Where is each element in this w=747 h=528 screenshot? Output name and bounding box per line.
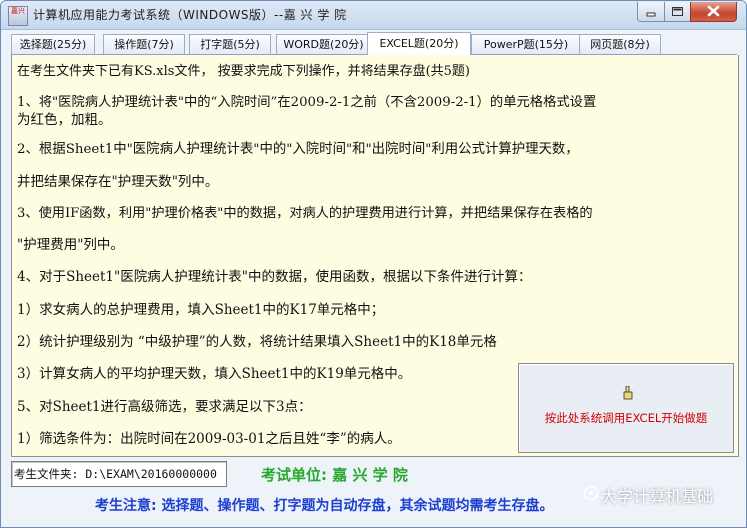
- maximize-button[interactable]: [664, 2, 691, 22]
- launch-excel-button[interactable]: 按此处系统调用EXCEL开始做题: [518, 363, 734, 453]
- window-title: 计算机应用能力考试系统（WINDOWS版）--嘉 兴 学 院: [33, 8, 347, 22]
- notice-text: 考生注意: 选择题、操作题、打字题为自动存盘，其余试题均需考生存盘。: [95, 498, 554, 514]
- instruction-line: 2、根据Sheet1中"医院病人护理统计表"中的"入院时间"和"出院时间"利用公…: [17, 142, 579, 157]
- instruction-line: 1）筛选条件为：出院时间在2009-03-01之后且姓“李”的病人。: [17, 431, 401, 447]
- instruction-line: 3、使用IF函数，利用"护理价格表"中的数据，对病人的护理费用进行计算，并把结果…: [17, 206, 593, 221]
- minimize-icon: [646, 12, 656, 17]
- launch-excel-label: 按此处系统调用EXCEL开始做题: [544, 411, 708, 425]
- pointing-hand-icon: [623, 386, 633, 400]
- watermark-text: 大学计算机基础: [601, 487, 714, 506]
- maximize-icon: [672, 7, 683, 16]
- instruction-line: 4、对于Sheet1"医院病人护理统计表"中的数据，使用函数，根据以下条件进行计…: [17, 269, 532, 285]
- instruction-line: 1）求女病人的总护理费用，填入Sheet1中的K17单元格中；: [17, 302, 385, 318]
- app-window: 嘉兴 计算机应用能力考试系统（WINDOWS版）--嘉 兴 学 院 选择题(25…: [0, 0, 747, 528]
- instruction-line: 2）统计护理级别为 “中级护理”的人数，将统计结果填入Sheet1中的K18单元…: [17, 334, 497, 350]
- tab-operation[interactable]: 操作题(7分): [103, 34, 185, 54]
- instruction-line: "护理费用"列中。: [17, 237, 124, 253]
- tab-choice[interactable]: 选择题(25分): [11, 34, 95, 54]
- app-icon: 嘉兴: [8, 6, 28, 26]
- exam-folder-value: 考生文件夹: D:\EXAM\20160000000: [14, 467, 217, 481]
- tab-word[interactable]: WORD题(20分): [276, 34, 371, 54]
- exam-unit-label: 考试单位: 嘉 兴 学 院: [261, 466, 408, 484]
- close-button[interactable]: [690, 2, 737, 22]
- tab-webpage[interactable]: 网页题(8分): [579, 34, 661, 54]
- exam-folder-field[interactable]: 考生文件夹: D:\EXAM\20160000000: [11, 461, 227, 487]
- tab-typing[interactable]: 打字题(5分): [189, 34, 271, 54]
- instruction-line: 3）计算女病人的平均护理天数，填入Sheet1中的K19单元格中。: [17, 366, 412, 382]
- minimize-button[interactable]: [637, 2, 665, 22]
- instruction-line: 并把结果保存在"护理天数"列中。: [17, 174, 219, 190]
- title-bar[interactable]: 嘉兴 计算机应用能力考试系统（WINDOWS版）--嘉 兴 学 院: [1, 1, 746, 30]
- close-icon: [707, 5, 720, 17]
- instruction-intro: 在考生文件夹下已有KS.xls文件， 按要求完成下列操作，并将结果存盘(共5题): [17, 64, 470, 79]
- tab-powerpoint[interactable]: PowerP题(15分): [471, 34, 581, 54]
- tab-bar: 选择题(25分) 操作题(7分) 打字题(5分) WORD题(20分) EXCE…: [11, 32, 737, 55]
- tab-excel[interactable]: EXCEL题(20分): [367, 32, 471, 55]
- instruction-line: 为红色，加粗。: [17, 112, 112, 128]
- instruction-line: 5、对Sheet1进行高级筛选，要求满足以下3点：: [17, 399, 312, 415]
- watermark-icon: [583, 485, 599, 501]
